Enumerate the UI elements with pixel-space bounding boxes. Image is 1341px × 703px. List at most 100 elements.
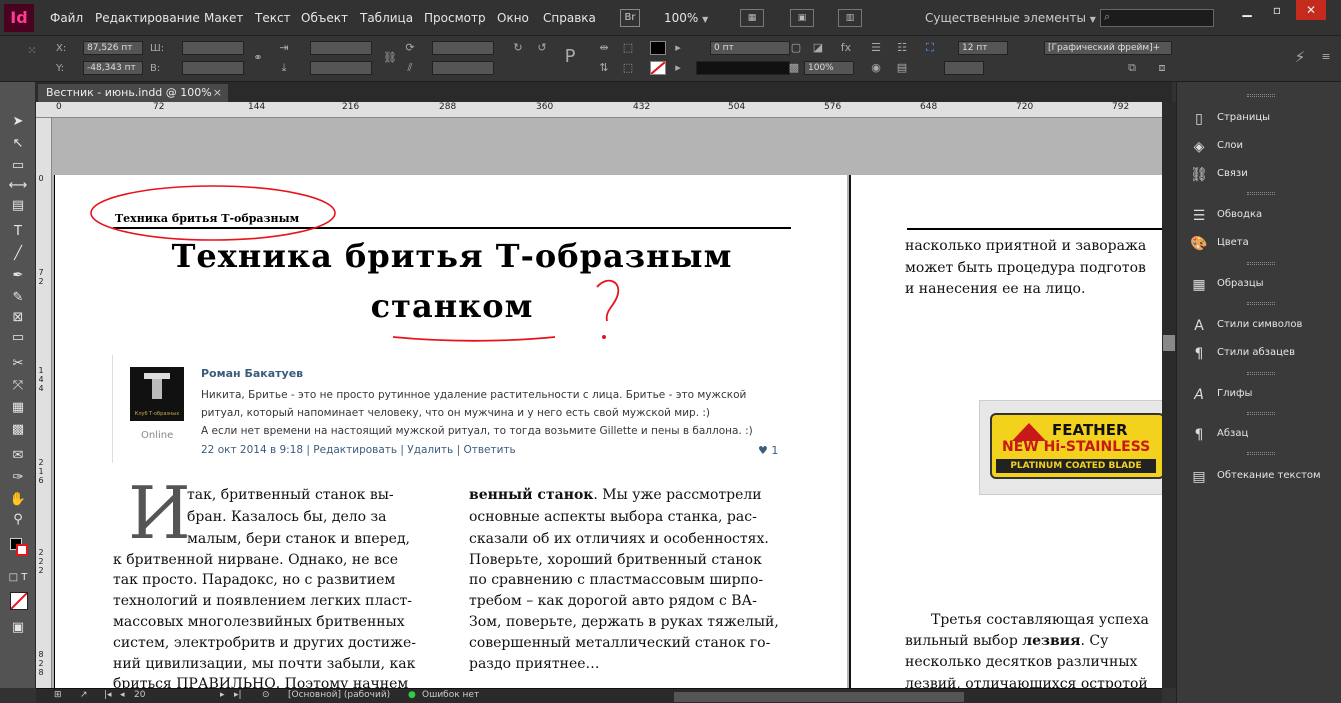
zoom-tool-icon[interactable]: ⚲: [6, 510, 30, 530]
object-style-field[interactable]: [Графический фрейм]+: [1044, 41, 1172, 55]
panel-pages[interactable]: ▯ Страницы: [1177, 106, 1341, 132]
scroll-thumb[interactable]: [1163, 335, 1175, 351]
select-content-icon[interactable]: ⬚: [620, 61, 636, 75]
close-button[interactable]: ✕: [1296, 0, 1326, 20]
horizontal-scrollbar[interactable]: [674, 692, 964, 702]
link-scale-icon[interactable]: ⛓: [382, 51, 398, 65]
shear-icon[interactable]: ⫽: [402, 61, 418, 75]
reference-point-icon[interactable]: ⁙: [24, 44, 40, 58]
scale-y-icon[interactable]: ⤓: [276, 61, 292, 75]
width-field[interactable]: [182, 41, 244, 55]
page-menu-icon[interactable]: ⊙: [262, 690, 270, 700]
page-right[interactable]: насколько приятной и завоража может быть…: [849, 175, 1162, 688]
formatting-affects-icon[interactable]: □ T: [6, 568, 30, 588]
scale-x-field[interactable]: [310, 41, 372, 55]
x-field[interactable]: 87,526 пт: [83, 41, 143, 55]
selection-content-icon[interactable]: P: [562, 48, 578, 66]
wrap-around-icon[interactable]: ☷: [894, 41, 910, 55]
view-options-icon[interactable]: ▦: [740, 9, 764, 27]
next-page-icon[interactable]: ▸: [220, 690, 225, 700]
menu-window[interactable]: Окно: [497, 11, 529, 25]
text-wrap-icon[interactable]: ☰: [868, 41, 884, 55]
close-icon[interactable]: ×: [213, 84, 222, 102]
page-number[interactable]: 20: [134, 690, 145, 700]
free-transform-tool-icon[interactable]: ⤧: [6, 376, 30, 396]
type-tool-icon[interactable]: T: [6, 222, 30, 242]
line-tool-icon[interactable]: ╱: [6, 244, 30, 264]
gap-field[interactable]: 12 пт: [958, 41, 1008, 55]
rotation-field[interactable]: [432, 41, 494, 55]
panel-color[interactable]: 🎨 Цвета: [1177, 231, 1341, 257]
menu-view[interactable]: Просмотр: [424, 11, 486, 25]
eyedropper-tool-icon[interactable]: ✑: [6, 468, 30, 488]
search-input[interactable]: ⌕: [1100, 9, 1214, 27]
selection-tool-icon[interactable]: ➤: [6, 112, 30, 132]
effects-icon[interactable]: fx: [838, 41, 854, 55]
menu-layout[interactable]: Макет: [204, 11, 243, 25]
stroke-swatch[interactable]: [650, 61, 666, 75]
panel-grip[interactable]: [1247, 412, 1275, 415]
stroke-menu-icon[interactable]: ▸: [670, 61, 686, 75]
stroke-weight-field[interactable]: 0 пт: [710, 41, 790, 55]
menu-type[interactable]: Текст: [255, 11, 291, 25]
stroke-style-field[interactable]: [944, 61, 984, 75]
arrange-documents-icon[interactable]: ▥: [838, 9, 862, 27]
shear-field[interactable]: [432, 61, 494, 75]
panel-grip[interactable]: [1247, 452, 1275, 455]
height-field[interactable]: [182, 61, 244, 75]
screen-mode-tool-icon[interactable]: ▣: [6, 618, 30, 638]
panel-grip[interactable]: [1247, 94, 1275, 97]
document-canvas[interactable]: Техника бритья Т-образным Техника бритья…: [52, 118, 1162, 688]
panel-text-wrap[interactable]: ▤ Обтекание текстом: [1177, 464, 1341, 490]
panel-links[interactable]: ⛓ Связи: [1177, 162, 1341, 188]
select-container-icon[interactable]: ⬚: [620, 41, 636, 55]
zoom-select[interactable]: 100% ▼: [664, 11, 708, 25]
flip-vertical-icon[interactable]: ⇅: [596, 61, 612, 75]
panel-layers[interactable]: ◈ Слои: [1177, 134, 1341, 160]
panel-glyphs[interactable]: A Глифы: [1177, 382, 1341, 408]
share-icon[interactable]: ↗: [80, 690, 88, 700]
vertical-scrollbar[interactable]: [1162, 102, 1176, 688]
opacity-field[interactable]: 100%: [804, 61, 854, 75]
scale-y-field[interactable]: [310, 61, 372, 75]
pencil-tool-icon[interactable]: ✎: [6, 288, 30, 308]
corner-options-icon[interactable]: ▢: [788, 41, 804, 55]
page-tool-icon[interactable]: ▭: [6, 156, 30, 176]
rotate-ccw-icon[interactable]: ↺: [534, 41, 550, 55]
error-status[interactable]: Ошибок нет: [422, 690, 479, 700]
panel-paragraph[interactable]: ¶ Абзац: [1177, 422, 1341, 448]
fill-swatch[interactable]: [650, 41, 666, 55]
menu-edit[interactable]: Редактирование: [95, 11, 200, 25]
minimize-button[interactable]: ▁: [1232, 0, 1262, 20]
panel-menu-icon[interactable]: ≡: [1318, 50, 1334, 64]
page-left[interactable]: Техника бритья Т-образным Техника бритья…: [54, 175, 847, 688]
razor-blade-image[interactable]: FEATHER NEW Hi-STAINLESS PLATINUM COATED…: [979, 400, 1162, 495]
opacity-icon[interactable]: ▩: [786, 61, 802, 75]
panel-grip[interactable]: [1247, 372, 1275, 375]
document-tab[interactable]: Вестник - июнь.indd @ 100% ×: [38, 84, 228, 102]
panel-grip[interactable]: [1247, 262, 1275, 265]
quick-apply-icon[interactable]: ⚡: [1292, 50, 1308, 65]
pen-tool-icon[interactable]: ✒: [6, 266, 30, 286]
scale-x-icon[interactable]: ⇥: [276, 41, 292, 55]
menu-file[interactable]: Файл: [50, 11, 83, 25]
panel-paragraph-styles[interactable]: ¶ Стили абзацев: [1177, 341, 1341, 367]
style-options-icon[interactable]: ⧉: [1124, 61, 1140, 75]
wrap-object-icon[interactable]: ◉: [868, 61, 884, 75]
scissors-tool-icon[interactable]: ✂: [6, 354, 30, 374]
flip-horizontal-icon[interactable]: ⇹: [596, 41, 612, 55]
last-page-icon[interactable]: ▸|: [234, 690, 242, 700]
prev-page-icon[interactable]: ◂: [120, 690, 125, 700]
first-page-icon[interactable]: |◂: [104, 690, 112, 700]
drop-shadow-icon[interactable]: ◪: [810, 41, 826, 55]
panel-grip[interactable]: [1247, 192, 1275, 195]
menu-object[interactable]: Объект: [301, 11, 348, 25]
direct-selection-tool-icon[interactable]: ↖: [6, 134, 30, 154]
gradient-feather-tool-icon[interactable]: ▩: [6, 420, 30, 440]
note-tool-icon[interactable]: ✉: [6, 446, 30, 466]
panel-swatches[interactable]: ▦ Образцы: [1177, 272, 1341, 298]
fill-menu-icon[interactable]: ▸: [670, 41, 686, 55]
menu-table[interactable]: Таблица: [360, 11, 413, 25]
bridge-button[interactable]: Br: [620, 9, 640, 27]
rectangle-tool-icon[interactable]: ▭: [6, 328, 30, 348]
